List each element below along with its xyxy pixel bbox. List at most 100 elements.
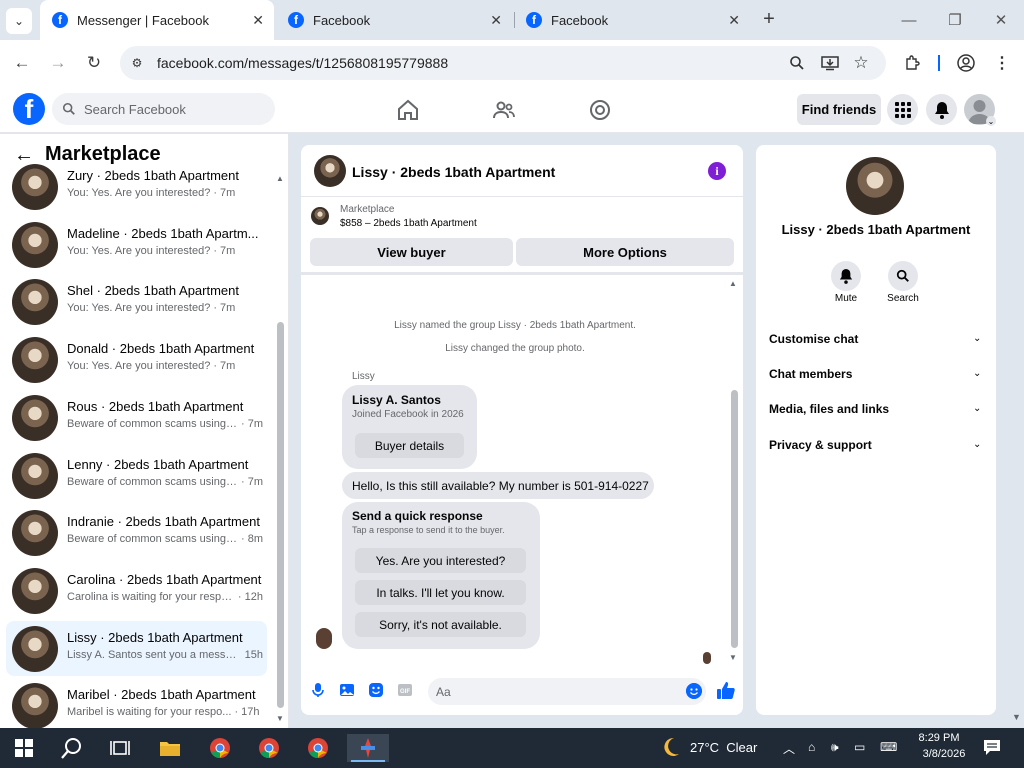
conversation-item[interactable]: Shel · 2beds 1bath Apartment You: Yes. Ar… <box>6 274 267 329</box>
url-text[interactable]: facebook.com/messages/t/1256808195779888 <box>157 55 448 71</box>
listing-thumbnail <box>12 568 58 614</box>
thumbs-up-icon[interactable] <box>716 681 736 700</box>
emoji-icon[interactable] <box>686 683 702 699</box>
media-files-links-section[interactable]: Media, files and links <box>769 402 889 416</box>
conversation-item[interactable]: Zury · 2beds 1bath Apartment You: Yes. Ar… <box>6 159 267 214</box>
chat-members-section[interactable]: Chat members <box>769 367 852 381</box>
reload-button[interactable]: ↻ <box>82 51 106 75</box>
forward-button[interactable]: → <box>46 51 70 75</box>
conversation-item[interactable]: Lissy · 2beds 1bath Apartment Lissy A. Sa… <box>6 621 267 676</box>
conversation-item[interactable]: Carolina · 2beds 1bath Apartment Carolina… <box>6 563 267 618</box>
chat-scrollbar[interactable] <box>731 390 738 648</box>
view-buyer-button[interactable]: View buyer <box>310 238 513 266</box>
chevron-down-icon[interactable]: ⌄ <box>973 368 981 379</box>
sender-avatar[interactable] <box>316 628 332 649</box>
conversation-item[interactable]: Indranie · 2beds 1bath Apartment Beware o… <box>6 505 267 560</box>
find-friends-button[interactable]: Find friends <box>797 94 881 125</box>
close-tab-icon[interactable]: ✕ <box>490 12 502 29</box>
chat-avatar[interactable] <box>314 155 346 187</box>
account-chevron-icon[interactable]: ⌄ <box>986 116 996 126</box>
buyer-details-button[interactable]: Buyer details <box>355 433 464 458</box>
active-app-icon[interactable] <box>347 734 389 762</box>
photo-icon[interactable] <box>339 682 355 698</box>
menu-grid-button[interactable] <box>887 94 918 125</box>
conversation-list-scrollbar[interactable] <box>277 322 284 708</box>
zoom-icon[interactable] <box>787 53 807 73</box>
gaming-icon[interactable] <box>588 98 612 122</box>
network-icon[interactable]: ▭ <box>854 740 865 754</box>
clock-date[interactable]: 3/8/2026 <box>917 748 971 760</box>
site-info-icon[interactable]: ⚙ <box>127 53 147 73</box>
chat-title[interactable]: Lissy · 2beds 1bath Apartment <box>352 164 555 180</box>
chrome-profile-2-icon[interactable] <box>303 734 333 762</box>
conversation-name: Carolina · 2beds 1bath Apartment <box>67 572 262 587</box>
new-tab-button[interactable]: + <box>758 8 780 30</box>
chat-scroll-down-arrow[interactable]: ▼ <box>729 653 737 662</box>
customise-chat-section[interactable]: Customise chat <box>769 332 858 346</box>
keyboard-icon[interactable]: ⌨ <box>880 740 897 754</box>
close-tab-icon[interactable]: ✕ <box>728 12 740 29</box>
more-options-button[interactable]: More Options <box>516 238 734 266</box>
conversation-item[interactable]: Rous · 2beds 1bath Apartment Beware of co… <box>6 390 267 445</box>
friends-icon[interactable] <box>492 98 516 122</box>
chat-scroll-up-arrow[interactable]: ▲ <box>729 279 737 288</box>
home-icon[interactable] <box>396 98 420 122</box>
chevron-down-icon[interactable]: ⌄ <box>973 403 981 414</box>
tab-search-button[interactable]: ⌄ <box>6 8 32 34</box>
file-explorer-icon[interactable] <box>155 734 185 762</box>
conversation-item[interactable]: Donald · 2beds 1bath Apartment You: Yes. … <box>6 332 267 387</box>
browser-tab-messenger[interactable]: f Messenger | Facebook ✕ <box>40 0 274 40</box>
chevron-down-icon[interactable]: ⌄ <box>973 333 981 344</box>
close-window-button[interactable]: ✕ <box>990 9 1012 31</box>
notifications-button[interactable] <box>926 94 957 125</box>
quick-response-in-talks-button[interactable]: In talks. I'll let you know. <box>355 580 526 605</box>
chat-profile-avatar[interactable] <box>846 157 904 215</box>
info-icon[interactable]: i <box>708 162 726 180</box>
conversation-preview: You: Yes. Are you interested? · 7m <box>67 187 263 199</box>
windows-start-icon[interactable] <box>15 739 33 757</box>
meet-now-icon[interactable]: ⌂ <box>808 740 815 754</box>
scroll-up-arrow[interactable]: ▲ <box>276 174 284 183</box>
weather-widget[interactable]: 27°C Clear <box>690 740 757 755</box>
facebook-search-input[interactable]: Search Facebook <box>52 93 275 125</box>
restore-button[interactable]: ❐ <box>944 9 966 31</box>
page-scroll-down-arrow[interactable]: ▼ <box>1012 712 1021 722</box>
conversation-item[interactable]: Madeline · 2beds 1bath Apartm... You: Yes… <box>6 217 267 272</box>
notification-center-icon[interactable] <box>983 739 1001 756</box>
clock-time[interactable]: 8:29 PM <box>917 732 961 744</box>
close-tab-icon[interactable]: ✕ <box>252 12 264 29</box>
profile-icon[interactable] <box>956 53 976 73</box>
quick-response-yes-button[interactable]: Yes. Are you interested? <box>355 548 526 573</box>
gif-icon[interactable]: GIF <box>397 682 413 698</box>
tab-divider <box>514 12 515 28</box>
quick-response-sorry-button[interactable]: Sorry, it's not available. <box>355 612 526 637</box>
browser-tab-facebook-1[interactable]: f Facebook ✕ <box>280 0 512 40</box>
facebook-logo-icon[interactable]: f <box>13 93 45 125</box>
weather-moon-icon[interactable] <box>660 736 682 758</box>
extensions-icon[interactable] <box>902 53 922 73</box>
message-input[interactable]: Aa <box>428 678 706 705</box>
volume-icon[interactable]: 🕪 <box>831 740 839 755</box>
install-app-icon[interactable] <box>820 53 840 73</box>
sticker-icon[interactable] <box>368 682 384 698</box>
grid-icon <box>894 101 911 118</box>
task-view-icon[interactable] <box>110 739 130 757</box>
back-button[interactable]: ← <box>10 51 34 75</box>
browser-tab-facebook-2[interactable]: f Facebook ✕ <box>518 0 750 40</box>
search-chat-button[interactable] <box>888 261 918 291</box>
bookmark-star-icon[interactable]: ☆ <box>851 53 871 73</box>
chevron-down-icon[interactable]: ⌄ <box>973 439 981 450</box>
conversation-item[interactable]: Lenny · 2beds 1bath Apartment Beware of c… <box>6 448 267 503</box>
taskbar-search-icon[interactable] <box>61 737 83 759</box>
listing-price-title[interactable]: $858 – 2beds 1bath Apartment <box>340 218 477 229</box>
browser-menu-icon[interactable]: ⋮ <box>992 53 1012 73</box>
privacy-support-section[interactable]: Privacy & support <box>769 438 872 452</box>
minimize-button[interactable]: — <box>898 9 920 31</box>
chrome-icon[interactable] <box>205 734 235 762</box>
scroll-down-arrow[interactable]: ▼ <box>276 714 284 723</box>
microphone-icon[interactable] <box>310 682 326 698</box>
mute-button[interactable] <box>831 261 861 291</box>
conversation-item[interactable]: Maribel · 2beds 1bath Apartment Maribel i… <box>6 678 267 733</box>
tray-chevron-up-icon[interactable]: ︿ <box>783 740 795 757</box>
chrome-profile-icon[interactable] <box>254 734 284 762</box>
